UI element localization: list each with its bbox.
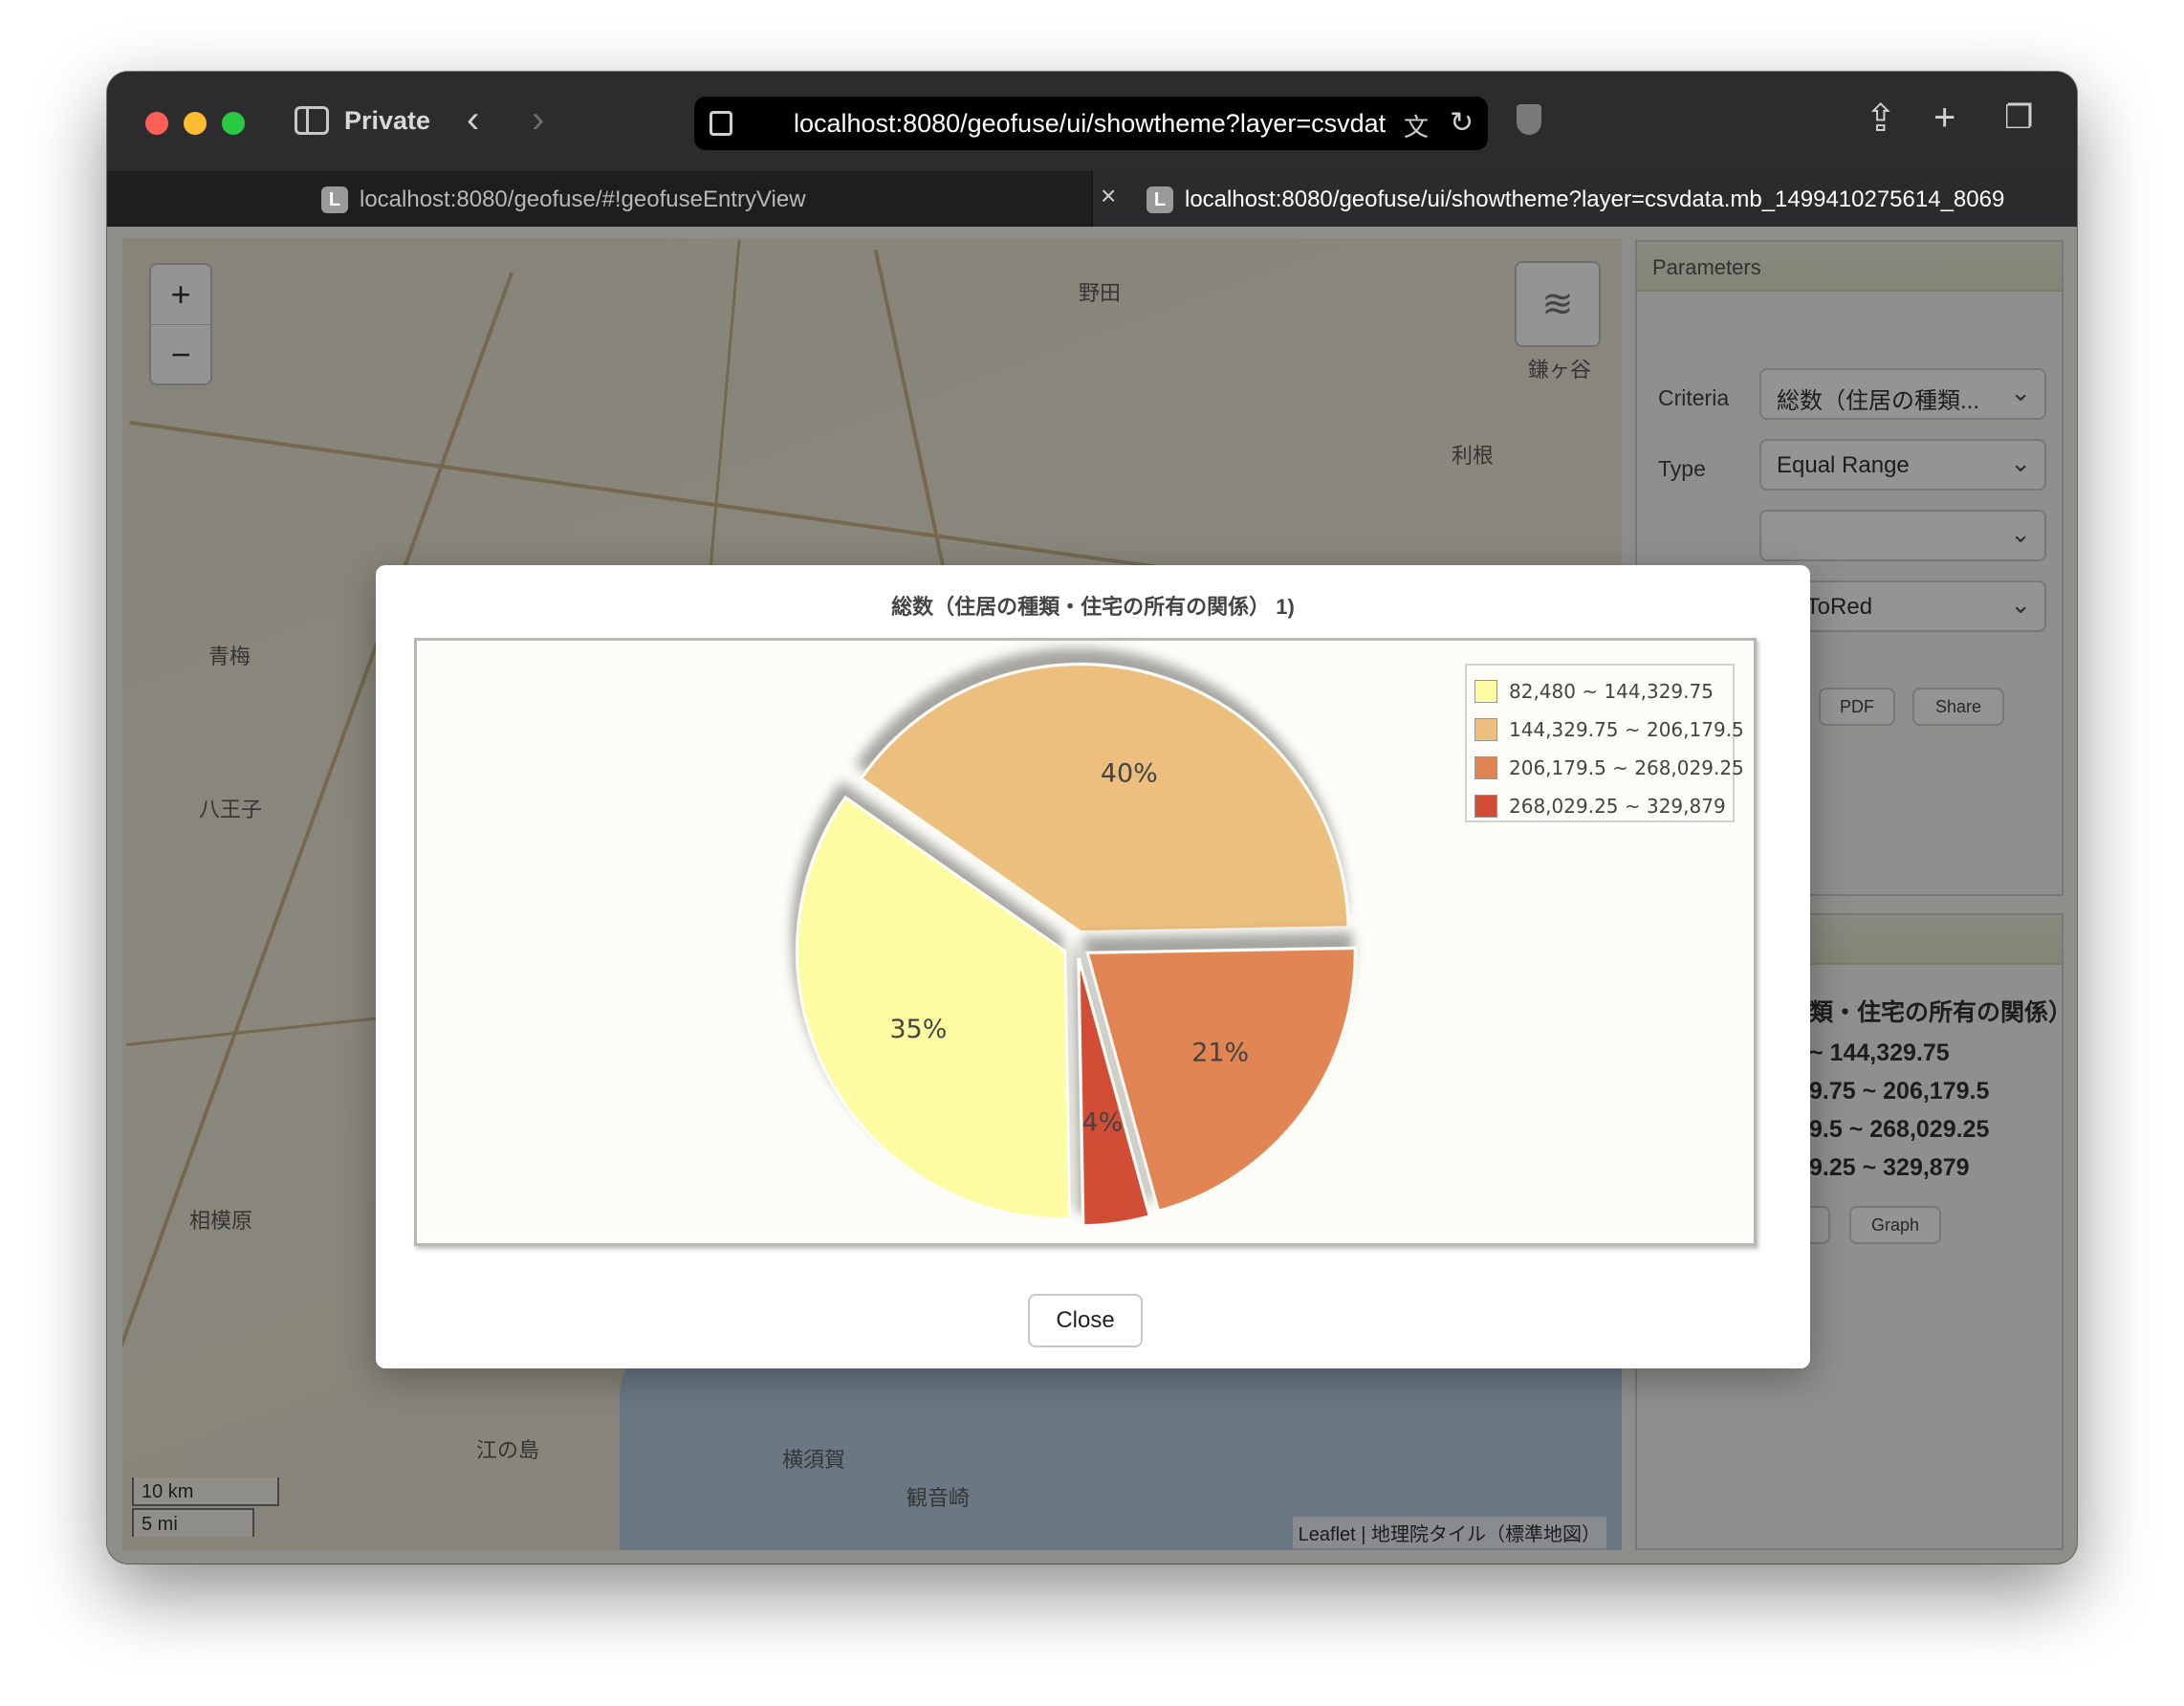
forward-arrow-icon[interactable]: › xyxy=(532,98,544,142)
browser-window: Private ‹ › localhost:8080/geofuse/ui/sh… xyxy=(107,72,2077,1564)
tab-label: localhost:8080/geofuse/#!geofuseEntryVie… xyxy=(360,186,806,212)
privacy-shield-icon[interactable] xyxy=(1517,104,1541,135)
back-arrow-icon[interactable]: ‹ xyxy=(467,98,479,142)
chart-dialog: 総数（住居の種類・住宅の所有の関係） 1) 40% 21% 4% 35% 82,480… xyxy=(376,565,1810,1368)
tab-overview-icon[interactable]: ❐ xyxy=(2004,98,2033,137)
legend-label: 206,179.5 ~ 268,029.25 xyxy=(1509,756,1744,779)
legend-swatch xyxy=(1474,756,1497,779)
tab-close-icon[interactable]: × xyxy=(1101,181,1116,211)
minimize-window-button[interactable] xyxy=(184,112,207,135)
browser-toolbar: Private ‹ › localhost:8080/geofuse/ui/sh… xyxy=(107,72,2077,171)
tab-geofuse-entry[interactable]: L localhost:8080/geofuse/#!geofuseEntryV… xyxy=(107,171,1092,227)
favicon-icon: L xyxy=(1147,186,1173,213)
slice-percent-label: 40% xyxy=(1101,759,1158,789)
pie-group: 40% 21% 4% 35% xyxy=(796,663,1357,1228)
legend-label: 144,329.75 ~ 206,179.5 xyxy=(1509,718,1744,741)
chart-area: 40% 21% 4% 35% 82,480 ~ 144,329.75 144,329.… xyxy=(414,638,1757,1246)
translate-icon[interactable]: 文 xyxy=(1404,108,1429,143)
page-settings-icon[interactable] xyxy=(710,111,732,136)
legend-label: 82,480 ~ 144,329.75 xyxy=(1509,680,1714,703)
legend-label: 268,029.25 ~ 329,879 xyxy=(1509,795,1726,818)
slice-percent-label: 21% xyxy=(1191,1038,1249,1067)
address-bar[interactable]: localhost:8080/geofuse/ui/showtheme?laye… xyxy=(694,97,1488,150)
slice-percent-label: 35% xyxy=(889,1015,947,1044)
sidebar-toggle-icon[interactable] xyxy=(295,106,329,135)
new-tab-icon[interactable]: + xyxy=(1933,97,1955,140)
url-text[interactable]: localhost:8080/geofuse/ui/showtheme?laye… xyxy=(794,109,1387,139)
page-content: 青梅 八王子 相模原 江の島 横須賀 野田 鎌ヶ谷 利根 観音崎 + − ≋ 1… xyxy=(107,227,2077,1564)
tab-showtheme[interactable]: × L localhost:8080/geofuse/ui/showtheme?… xyxy=(1092,171,2077,227)
favicon-icon: L xyxy=(321,186,348,213)
share-icon[interactable]: ⇪ xyxy=(1865,97,1897,141)
reload-icon[interactable]: ↻ xyxy=(1450,106,1474,140)
close-window-button[interactable] xyxy=(145,112,168,135)
slice-percent-label: 4% xyxy=(1081,1108,1123,1138)
legend-swatch xyxy=(1474,795,1497,818)
zoom-window-button[interactable] xyxy=(222,112,245,135)
close-button[interactable]: Close xyxy=(1028,1294,1143,1347)
legend-swatch xyxy=(1474,718,1497,741)
legend-swatch xyxy=(1474,680,1497,703)
tab-strip: L localhost:8080/geofuse/#!geofuseEntryV… xyxy=(107,171,2077,227)
tab-label: localhost:8080/geofuse/ui/showtheme?laye… xyxy=(1185,186,2005,212)
dialog-title: 総数（住居の種類・住宅の所有の関係） 1) xyxy=(891,595,1295,619)
private-label: Private xyxy=(344,106,431,135)
chart-legend: 82,480 ~ 144,329.75 144,329.75 ~ 206,179… xyxy=(1465,664,1744,822)
